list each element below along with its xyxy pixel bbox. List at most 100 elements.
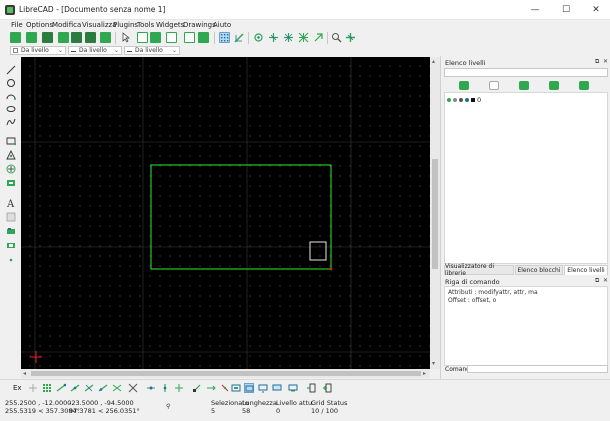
vertical-scroll-thumb[interactable]: [432, 159, 438, 269]
line-tool-icon[interactable]: [6, 65, 16, 75]
scroll-right-icon[interactable]: ▸: [423, 370, 426, 377]
view-monitor-icon[interactable]: [258, 383, 268, 393]
print-layer-icon[interactable]: [459, 98, 463, 102]
relative-zero-icon[interactable]: [206, 383, 216, 393]
vertical-scrollbar[interactable]: ▴ ▾: [430, 57, 440, 369]
dock-toggle-icon[interactable]: [306, 383, 316, 393]
float-panel-icon[interactable]: ⧉: [595, 277, 599, 285]
lock-relative-zero-icon[interactable]: [220, 383, 230, 393]
menu-drawings[interactable]: Drawings: [183, 21, 216, 29]
scroll-up-icon[interactable]: ▴: [432, 58, 435, 65]
copy-icon[interactable]: [137, 32, 148, 43]
polyline-tool-icon[interactable]: [6, 117, 16, 127]
snap-exclusive-label[interactable]: Ex: [13, 384, 22, 392]
linetype-dropdown[interactable]: Da livello ⌄: [124, 46, 180, 55]
zoom-in-icon[interactable]: [268, 32, 279, 43]
float-panel-icon[interactable]: ⧉: [595, 58, 599, 66]
info-tool-icon[interactable]: [6, 240, 16, 250]
arc-tool-icon[interactable]: [6, 91, 16, 101]
scroll-down-icon[interactable]: ▾: [432, 360, 435, 367]
menu-file[interactable]: File: [11, 21, 23, 29]
zoom-pan-icon[interactable]: [345, 32, 356, 43]
command-input[interactable]: [467, 365, 608, 373]
open-file-icon[interactable]: [42, 32, 53, 43]
tab-block-list[interactable]: Elenco blocchi: [515, 265, 563, 275]
view-print-preview-icon[interactable]: [288, 383, 298, 393]
restrict-vertical-icon[interactable]: [192, 383, 202, 393]
menu-aiuto[interactable]: Aiuto: [213, 21, 231, 29]
snap-on-entity-icon[interactable]: [70, 383, 80, 393]
paste-icon[interactable]: [150, 32, 161, 43]
block-tool-icon[interactable]: [6, 226, 16, 236]
maximize-button[interactable]: ☐: [553, 0, 579, 20]
add-layer-icon[interactable]: [519, 81, 529, 90]
modify-tool-icon[interactable]: [6, 178, 16, 188]
tab-layer-list[interactable]: Elenco livelli: [564, 265, 608, 275]
minimize-button[interactable]: —: [522, 0, 548, 20]
menu-visualizza[interactable]: Visualizza: [82, 21, 116, 29]
ellipse-tool-icon[interactable]: [6, 104, 16, 114]
save-icon[interactable]: [58, 32, 69, 43]
print-icon[interactable]: [85, 32, 96, 43]
snap-endpoint-icon[interactable]: [56, 383, 66, 393]
snap-free-icon[interactable]: [28, 383, 38, 393]
restrict-nothing-icon[interactable]: [146, 383, 156, 393]
close-panel-icon[interactable]: ✕: [603, 277, 608, 284]
zoom-out-icon[interactable]: [283, 32, 294, 43]
snap-grid-icon[interactable]: [42, 383, 52, 393]
view-draft-icon[interactable]: [244, 383, 254, 393]
zoom-window-icon[interactable]: [331, 32, 342, 43]
close-button[interactable]: ✕: [583, 0, 609, 20]
view-fullscreen-icon[interactable]: [272, 383, 282, 393]
snap-middle-icon[interactable]: [98, 383, 108, 393]
grid-toggle-icon[interactable]: [219, 32, 230, 43]
hatch-tool-icon[interactable]: [6, 150, 16, 160]
layer-filter-input[interactable]: [444, 68, 608, 77]
close-panel-icon[interactable]: ✕: [603, 58, 608, 65]
tab-library-browser[interactable]: Visualizzatore di librerie: [444, 263, 514, 277]
undo-icon[interactable]: [184, 32, 195, 43]
redraw-icon[interactable]: [253, 32, 264, 43]
construction-icon[interactable]: [465, 98, 469, 102]
edit-layer-icon[interactable]: [579, 81, 589, 90]
view-window-icon[interactable]: [231, 383, 241, 393]
zoom-auto-icon[interactable]: [298, 32, 309, 43]
scroll-left-icon[interactable]: ◂: [23, 370, 26, 377]
snap-center-icon[interactable]: [84, 383, 94, 393]
select-tool-icon[interactable]: [6, 254, 16, 264]
menu-options[interactable]: Options: [26, 21, 53, 29]
drawing-canvas[interactable]: [21, 57, 430, 369]
menu-widgets[interactable]: Widgets: [156, 21, 184, 29]
draft-mode-icon[interactable]: [234, 32, 245, 43]
menu-modifica[interactable]: Modifica: [52, 21, 81, 29]
select-pointer-icon[interactable]: [120, 32, 131, 43]
spline-tool-icon[interactable]: [6, 136, 16, 146]
text-tool-icon[interactable]: A: [6, 198, 16, 208]
save-as-icon[interactable]: [71, 32, 82, 43]
hide-all-layers-icon[interactable]: [489, 81, 499, 90]
restrict-horizontal-icon[interactable]: [174, 383, 184, 393]
horizontal-scrollbar[interactable]: ◂ ▸: [21, 369, 430, 378]
menu-plugins[interactable]: Plugins: [113, 21, 138, 29]
print-preview-icon[interactable]: [100, 32, 111, 43]
new-template-icon[interactable]: [26, 32, 37, 43]
snap-distance-icon[interactable]: [112, 383, 122, 393]
show-all-layers-icon[interactable]: [459, 81, 469, 90]
restrict-orthogonal-icon[interactable]: [160, 383, 170, 393]
dimension-tool-icon[interactable]: [6, 164, 16, 174]
horizontal-scroll-thumb[interactable]: [31, 371, 421, 376]
snap-intersection-icon[interactable]: [128, 383, 138, 393]
image-tool-icon[interactable]: [6, 212, 16, 222]
redo-icon[interactable]: [198, 32, 209, 43]
green-rectangle[interactable]: [150, 164, 332, 270]
zoom-previous-icon[interactable]: [313, 32, 324, 43]
dock-add-icon[interactable]: [322, 383, 332, 393]
remove-layer-icon[interactable]: [549, 81, 559, 90]
circle-tool-icon[interactable]: [6, 78, 16, 88]
layer-row[interactable]: 0: [447, 96, 481, 104]
menu-tools[interactable]: Tools: [137, 21, 154, 29]
color-dropdown[interactable]: Da livello ⌄: [10, 46, 66, 55]
lock-icon[interactable]: [453, 98, 457, 102]
visibility-icon[interactable]: [447, 98, 451, 102]
linewidth-dropdown[interactable]: Da livello ⌄: [68, 46, 122, 55]
